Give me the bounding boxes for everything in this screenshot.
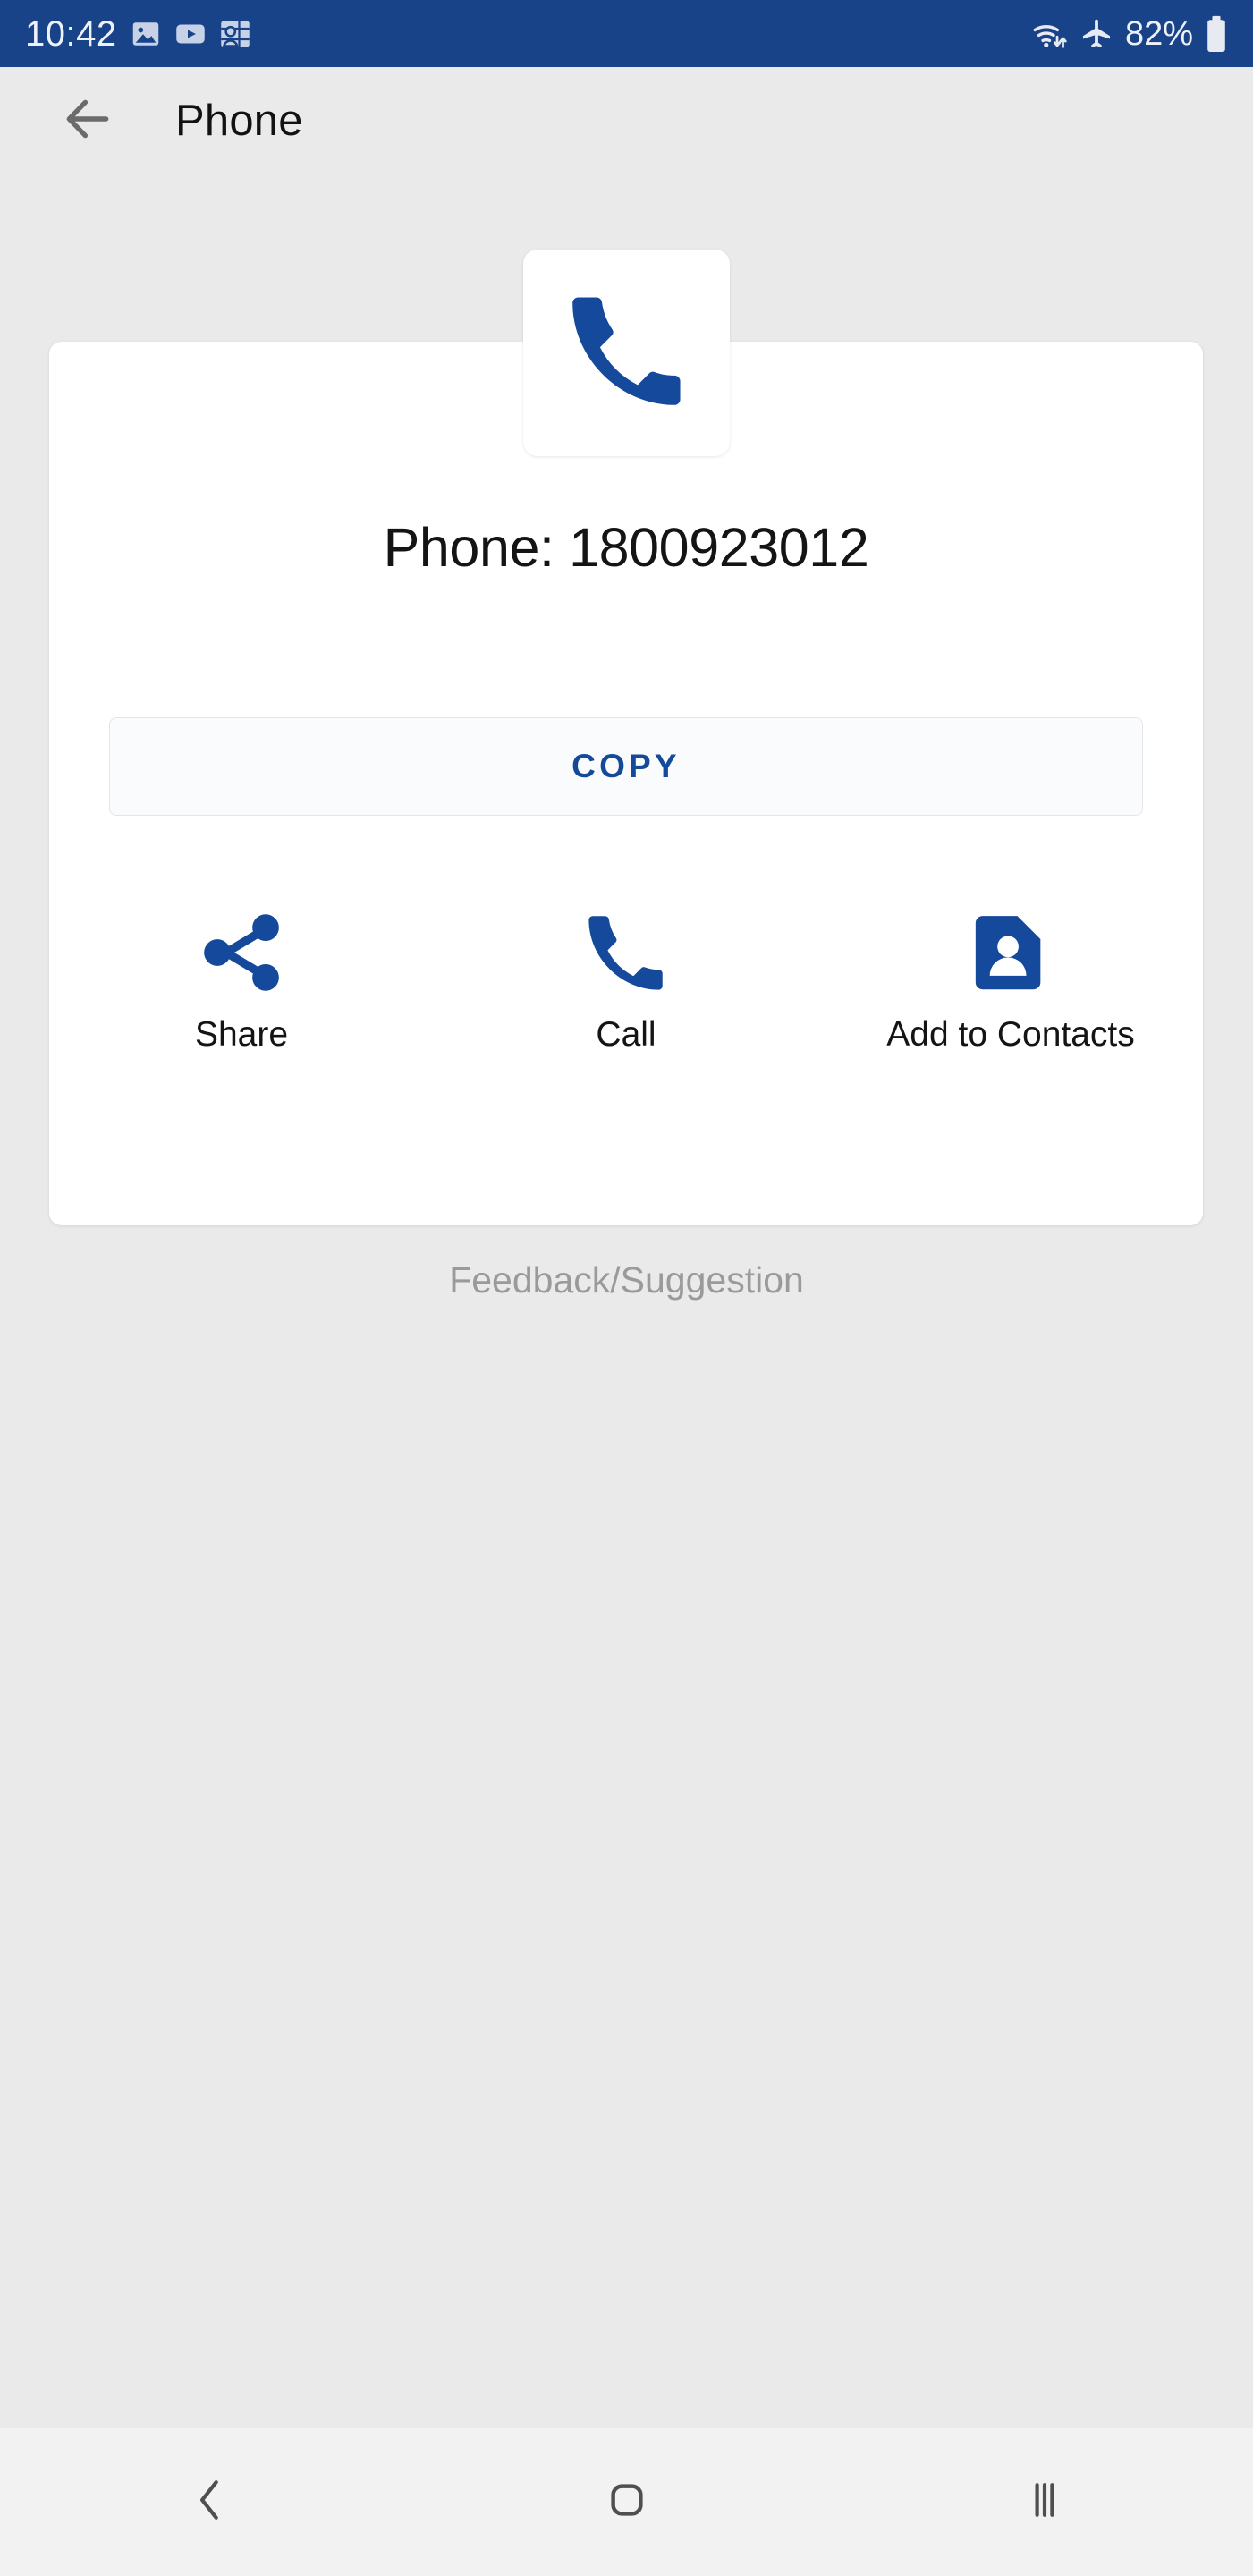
- nav-recents-button[interactable]: [835, 2475, 1253, 2529]
- detail-card: Phone: 1800923012 COPY Share Call Add to…: [49, 342, 1203, 1225]
- nav-back-button[interactable]: [0, 2475, 418, 2529]
- contacts-people-icon: [219, 18, 251, 50]
- app-bar: Phone: [0, 67, 1253, 174]
- phone-number-label: Phone: 1800923012: [383, 517, 869, 578]
- nav-home-button[interactable]: [418, 2475, 835, 2529]
- feedback-link[interactable]: Feedback/Suggestion: [0, 1259, 1253, 1301]
- call-action-label: Call: [596, 1015, 656, 1054]
- share-icon: [193, 896, 290, 1008]
- add-contact-icon: [966, 896, 1055, 1008]
- battery-percent-label: 82%: [1124, 14, 1193, 53]
- video-play-icon: [174, 18, 207, 50]
- status-bar-right: 82%: [1030, 15, 1228, 53]
- nav-home-icon: [602, 2475, 652, 2529]
- share-action-label: Share: [194, 1015, 289, 1054]
- page-title: Phone: [175, 97, 303, 145]
- phone-detail-screen: 10:42 82% Phone Phone: 1800923012 COPY S…: [0, 0, 1253, 2576]
- phone-handset-icon: [559, 283, 695, 423]
- action-row: Share Call Add to Contacts: [49, 896, 1203, 1055]
- copy-button[interactable]: COPY: [109, 717, 1143, 816]
- call-phone-icon: [580, 896, 673, 1008]
- add-to-contacts-action-label: Add to Contacts: [886, 1015, 1135, 1054]
- back-button[interactable]: [45, 78, 131, 164]
- wifi-data-transfer-icon: [1030, 16, 1068, 52]
- status-bar-left: 10:42: [25, 16, 251, 52]
- system-navigation-bar: [0, 2428, 1253, 2576]
- nav-back-chevron-icon: [184, 2475, 234, 2529]
- add-to-contacts-action[interactable]: Add to Contacts: [818, 896, 1203, 1055]
- app-icon-tile: [523, 250, 730, 456]
- battery-icon: [1205, 15, 1228, 53]
- back-arrow-icon: [60, 91, 115, 151]
- status-clock: 10:42: [25, 13, 117, 54]
- nav-recents-icon: [1020, 2475, 1070, 2529]
- share-action[interactable]: Share: [49, 896, 434, 1055]
- copy-button-label: COPY: [571, 748, 681, 784]
- gallery-image-icon: [130, 18, 162, 50]
- call-action[interactable]: Call: [434, 896, 818, 1055]
- airplane-mode-icon: [1079, 17, 1113, 51]
- status-bar: 10:42 82%: [0, 0, 1253, 67]
